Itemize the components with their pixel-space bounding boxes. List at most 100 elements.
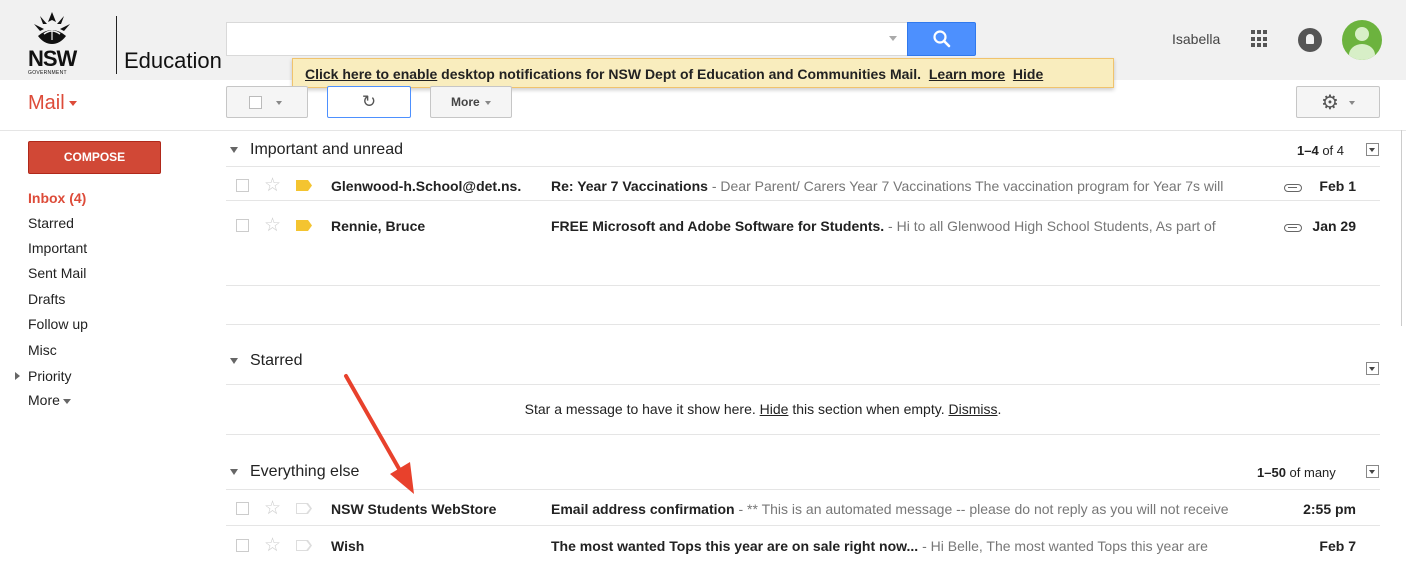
star-icon[interactable]: ☆: [264, 214, 281, 237]
section-title: Starred: [250, 352, 303, 369]
section-options-dropdown[interactable]: [1366, 143, 1379, 156]
chevron-down-icon: [62, 398, 71, 404]
star-icon[interactable]: ☆: [264, 174, 281, 197]
snippet: - Hi to all Glenwood High School Student…: [884, 218, 1216, 234]
table-row[interactable]: ☆ Wish The most wanted Tops this year ar…: [226, 531, 1380, 561]
row-checkbox[interactable]: [236, 502, 249, 515]
hide-banner-link[interactable]: Hide: [1013, 66, 1043, 82]
message-date: Feb 1: [1319, 178, 1356, 194]
attachment-icon: [1284, 224, 1302, 232]
table-row[interactable]: ☆ Rennie, Bruce FREE Microsoft and Adobe…: [226, 211, 1380, 241]
logo-education-text: Education: [124, 48, 222, 73]
gmail-window: NSW GOVERNMENT Education Isabella Click …: [0, 0, 1406, 562]
mail-menu[interactable]: Mail: [28, 92, 77, 115]
apps-grid-icon[interactable]: [1251, 30, 1269, 48]
expand-arrow-icon[interactable]: [15, 372, 20, 380]
star-icon[interactable]: ☆: [264, 534, 281, 557]
row-checkbox[interactable]: [236, 219, 249, 232]
table-row[interactable]: ☆ Glenwood-h.School@det.ns. Re: Year 7 V…: [226, 171, 1380, 201]
collapse-triangle-icon[interactable]: [230, 357, 238, 364]
refresh-button[interactable]: ↻: [327, 86, 411, 118]
sender-name: Rennie, Bruce: [331, 218, 426, 234]
search-button[interactable]: [907, 22, 976, 56]
row-divider: [226, 285, 1380, 286]
gear-icon: ⚙: [1321, 92, 1339, 114]
more-actions-button[interactable]: More: [430, 86, 512, 118]
importance-marker-icon[interactable]: [296, 540, 312, 551]
sender-name: NSW Students WebStore: [331, 501, 497, 517]
subject: Re: Year 7 Vaccinations: [551, 178, 708, 194]
subject: FREE Microsoft and Adobe Software for St…: [551, 218, 885, 234]
empty-text: .: [997, 401, 1002, 417]
pagination-count: 1–4 of 4: [1297, 143, 1344, 158]
avatar[interactable]: [1342, 20, 1382, 60]
annotation-arrow-icon: [344, 374, 414, 494]
section-options-dropdown[interactable]: [1366, 362, 1379, 375]
sidebar-item-inbox[interactable]: Inbox (4): [28, 190, 86, 206]
snippet: - ** This is an automated message -- ple…: [734, 501, 1229, 517]
notifications-bell-icon[interactable]: [1298, 28, 1322, 52]
row-divider: [226, 525, 1380, 526]
section-header-important[interactable]: Important and unread: [230, 141, 403, 159]
nsw-education-logo[interactable]: NSW GOVERNMENT Education: [28, 8, 222, 76]
row-checkbox[interactable]: [236, 179, 249, 192]
sidebar-item-follow-up[interactable]: Follow up: [28, 316, 88, 332]
hide-section-link[interactable]: Hide: [760, 401, 789, 417]
importance-marker-icon[interactable]: [296, 180, 312, 191]
user-name-link[interactable]: Isabella: [1172, 31, 1220, 47]
search-input[interactable]: [226, 22, 908, 56]
sidebar-item-drafts[interactable]: Drafts: [28, 291, 65, 307]
waratah-logo-icon: NSW GOVERNMENT: [28, 10, 86, 76]
scrollbar[interactable]: [1401, 130, 1402, 326]
count-range: 1–4: [1297, 143, 1319, 158]
search-icon: [933, 30, 951, 48]
compose-button[interactable]: COMPOSE: [28, 141, 161, 174]
snippet: - Dear Parent/ Carers Year 7 Vaccination…: [707, 178, 1224, 194]
sidebar-item-misc[interactable]: Misc: [28, 342, 57, 358]
chevron-down-icon: [485, 101, 491, 105]
dismiss-link[interactable]: Dismiss: [948, 401, 997, 417]
row-divider: [226, 200, 1380, 201]
sidebar-item-important[interactable]: Important: [28, 240, 87, 256]
sidebar-item-priority[interactable]: Priority: [28, 368, 72, 384]
search-options-caret-icon[interactable]: [889, 36, 897, 41]
row-divider: [226, 166, 1380, 167]
count-suffix: of 4: [1318, 143, 1344, 158]
logo-nsw-text: NSW: [28, 46, 77, 71]
select-all-checkbox[interactable]: [249, 96, 262, 109]
collapse-triangle-icon[interactable]: [230, 146, 238, 153]
subject: Email address confirmation: [551, 501, 735, 517]
subject: The most wanted Tops this year are on sa…: [551, 538, 919, 554]
empty-text: this section when empty.: [788, 401, 949, 417]
collapse-triangle-icon[interactable]: [230, 468, 238, 475]
count-suffix: of many: [1285, 465, 1336, 480]
settings-button[interactable]: ⚙: [1296, 86, 1380, 118]
count-range: 1–50: [1257, 465, 1286, 480]
notification-message: desktop notifications for NSW Dept of Ed…: [437, 66, 922, 82]
sidebar-item-sent-mail[interactable]: Sent Mail: [28, 265, 86, 281]
logo-government-text: GOVERNMENT: [28, 70, 67, 76]
message-preview: FREE Microsoft and Adobe Software for St…: [551, 218, 1283, 234]
importance-marker-icon[interactable]: [296, 220, 312, 231]
more-actions-label: More: [451, 95, 480, 109]
section-header-starred[interactable]: Starred: [230, 352, 302, 370]
sidebar-item-starred[interactable]: Starred: [28, 215, 74, 231]
toolbar-divider: [0, 130, 1406, 131]
refresh-icon: ↻: [361, 92, 377, 111]
row-checkbox[interactable]: [236, 539, 249, 552]
section-title: Important and unread: [250, 141, 403, 158]
enable-notifications-link[interactable]: Click here to enable: [305, 66, 437, 82]
empty-text: Star a message to have it show here.: [524, 401, 760, 417]
sidebar-item-more[interactable]: More: [28, 392, 71, 408]
snippet: - Hi Belle, The most wanted Tops this ye…: [918, 538, 1208, 554]
importance-marker-icon[interactable]: [296, 503, 312, 514]
select-all-button[interactable]: [226, 86, 308, 118]
learn-more-link[interactable]: Learn more: [929, 66, 1005, 82]
message-date: Jan 29: [1312, 218, 1356, 234]
message-preview: Re: Year 7 Vaccinations - Dear Parent/ C…: [551, 178, 1283, 194]
star-icon[interactable]: ☆: [264, 497, 281, 520]
chevron-down-icon: [276, 101, 282, 105]
sender-name: Glenwood-h.School@det.ns.: [331, 178, 522, 194]
section-options-dropdown[interactable]: [1366, 465, 1379, 478]
chevron-down-icon: [68, 101, 77, 107]
